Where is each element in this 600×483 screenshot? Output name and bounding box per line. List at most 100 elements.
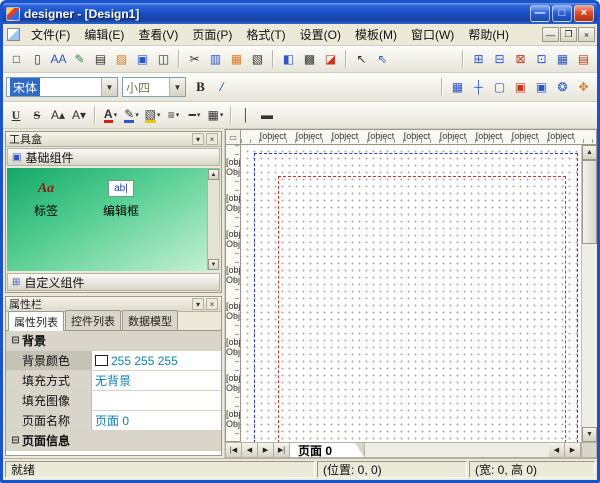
layout-grid-icon[interactable]: ▤	[573, 49, 594, 69]
italic-button[interactable]: /	[211, 77, 232, 97]
mdi-minimize-button[interactable]: —	[542, 27, 559, 42]
maximize-button[interactable]: □	[552, 5, 572, 22]
pick-arrow-icon[interactable]: ⇖	[372, 49, 393, 69]
font-size-combobox[interactable]: 小四 ▼	[122, 77, 186, 97]
prop-row-fill-image[interactable]: 填充图像	[6, 391, 221, 411]
design-page[interactable]	[241, 145, 581, 442]
mdi-close-button[interactable]: ×	[578, 27, 595, 42]
prev-page-button[interactable]: ◀	[242, 443, 258, 457]
grow-font-icon[interactable]: A▴	[48, 105, 69, 125]
red-frame-icon[interactable]: ▣	[510, 77, 531, 97]
select-arrow-icon[interactable]: ↖	[351, 49, 372, 69]
edit-check-icon[interactable]: ✎	[69, 49, 90, 69]
scroll-left-icon[interactable]: ◀	[549, 443, 565, 457]
toolbox-section-custom[interactable]: ⊞ 自定义组件	[7, 273, 220, 291]
show-grid-icon[interactable]: ⊟	[489, 49, 510, 69]
vertical-scrollbar[interactable]: ▲ ▼	[581, 145, 597, 442]
scroll-down-icon[interactable]: ▼	[582, 427, 597, 442]
editbox-component[interactable]: ab| 编辑框	[103, 180, 139, 219]
font-name-combobox[interactable]: 宋体 ▼	[6, 77, 118, 97]
tab-data-model[interactable]: 数据模型	[122, 310, 178, 330]
vertical-scroll-thumb[interactable]	[582, 160, 597, 244]
grid-dots-icon[interactable]: ▦	[447, 77, 468, 97]
menu-page[interactable]: 页面(P)	[185, 23, 239, 46]
menu-settings[interactable]: 设置(O)	[293, 23, 348, 46]
menu-help[interactable]: 帮助(H)	[461, 23, 516, 46]
strikethrough-icon[interactable]: S	[27, 105, 48, 125]
distribute-icon[interactable]: ⊡	[531, 49, 552, 69]
save-as-icon[interactable]: ◫	[153, 49, 174, 69]
border-icon[interactable]: ▦▾	[205, 105, 226, 125]
menu-format[interactable]: 格式(T)	[239, 23, 292, 46]
copy-icon[interactable]: ▥	[205, 49, 226, 69]
scroll-up-icon[interactable]: ▲	[582, 145, 597, 160]
menu-view[interactable]: 查看(V)	[131, 23, 185, 46]
toolbox-close-button[interactable]: ×	[206, 133, 218, 145]
page-tab[interactable]: 页面 0	[290, 443, 364, 457]
blue-frame-icon[interactable]: ▣	[531, 77, 552, 97]
new-template-icon[interactable]: ▯	[27, 49, 48, 69]
fill-color-icon[interactable]: ▧▾	[142, 105, 163, 125]
snap-grid-icon[interactable]: ⊞	[468, 49, 489, 69]
hand-icon[interactable]: ✥	[573, 77, 594, 97]
properties-close-button[interactable]: ×	[206, 298, 218, 310]
toolbox-section-basic[interactable]: ▣ 基础组件	[7, 148, 220, 166]
cut-icon[interactable]: ✂	[184, 49, 205, 69]
line-style-icon[interactable]: ≡▾	[163, 105, 184, 125]
scroll-up-icon[interactable]: ▲	[208, 169, 219, 180]
minimize-button[interactable]: —	[530, 5, 550, 22]
last-page-button[interactable]: ▶|	[274, 443, 290, 457]
label-component[interactable]: Aa 标签	[33, 180, 59, 219]
shrink-font-icon[interactable]: A▾	[69, 105, 90, 125]
close-button[interactable]: ×	[574, 5, 594, 22]
new-icon[interactable]: □	[6, 49, 27, 69]
mdi-child-icon[interactable]	[7, 28, 20, 41]
prop-group-background[interactable]: ⊟背景	[6, 331, 221, 351]
hline-icon[interactable]: ▬	[257, 105, 278, 125]
page-layout-icon[interactable]: ◧	[278, 49, 299, 69]
font-name-dropdown-icon[interactable]: ▼	[101, 78, 117, 96]
tab-property-list[interactable]: 属性列表	[8, 311, 64, 331]
horizontal-scrollbar[interactable]: ◀ ▶	[364, 443, 596, 457]
ruler-number: [object Object]	[435, 130, 471, 144]
ruler-icon[interactable]: ┼	[468, 77, 489, 97]
prop-group-page-info[interactable]: ⊟页面信息	[6, 431, 221, 451]
prop-row-fill-mode[interactable]: 填充方式 无背景	[6, 371, 221, 391]
align-icon[interactable]: ⊠	[510, 49, 531, 69]
line-width-icon[interactable]: ━▾	[184, 105, 205, 125]
properties-collapse-button[interactable]: ▾	[192, 298, 204, 310]
print-icon[interactable]: ▩	[299, 49, 320, 69]
next-page-button[interactable]: ▶	[258, 443, 274, 457]
same-size-icon[interactable]: ▦	[552, 49, 573, 69]
menu-file[interactable]: 文件(F)	[24, 23, 77, 46]
vline-icon[interactable]: │	[236, 105, 257, 125]
underline-icon[interactable]: U	[6, 105, 27, 125]
bold-button[interactable]: B	[190, 77, 211, 97]
tab-control-list[interactable]: 控件列表	[65, 310, 121, 330]
fonts-icon[interactable]: AA	[48, 49, 69, 69]
clipboard-icon[interactable]: ▧	[247, 49, 268, 69]
page-setup-icon[interactable]: ▤	[90, 49, 111, 69]
scroll-down-icon[interactable]: ▼	[208, 259, 219, 270]
prop-row-page-name[interactable]: 页面名称 页面 0	[6, 411, 221, 431]
ruler-number: [object Object]	[226, 301, 240, 337]
eraser-icon[interactable]: ◪	[320, 49, 341, 69]
menu-window[interactable]: 窗口(W)	[404, 23, 461, 46]
first-page-button[interactable]: |◀	[226, 443, 242, 457]
font-size-dropdown-icon[interactable]: ▼	[169, 78, 185, 96]
menu-edit[interactable]: 编辑(E)	[77, 23, 131, 46]
save-icon[interactable]: ▣	[132, 49, 153, 69]
vertical-scroll-track[interactable]	[582, 244, 597, 427]
open-icon[interactable]: ▨	[111, 49, 132, 69]
scroll-right-icon[interactable]: ▶	[565, 443, 581, 457]
gear-icon[interactable]: ❂	[552, 77, 573, 97]
mdi-restore-button[interactable]: ❐	[560, 27, 577, 42]
paste-icon[interactable]: ▦	[226, 49, 247, 69]
toolbox-collapse-button[interactable]: ▾	[192, 133, 204, 145]
line-color-icon[interactable]: ✎▾	[121, 105, 142, 125]
font-color-icon[interactable]: A▾	[100, 105, 121, 125]
dash-frame-icon[interactable]: ▢	[489, 77, 510, 97]
menu-template[interactable]: 模板(M)	[348, 23, 404, 46]
toolbox-scrollbar[interactable]: ▲ ▼	[207, 169, 219, 270]
prop-row-bg-color[interactable]: 背景颜色 255 255 255	[6, 351, 221, 371]
